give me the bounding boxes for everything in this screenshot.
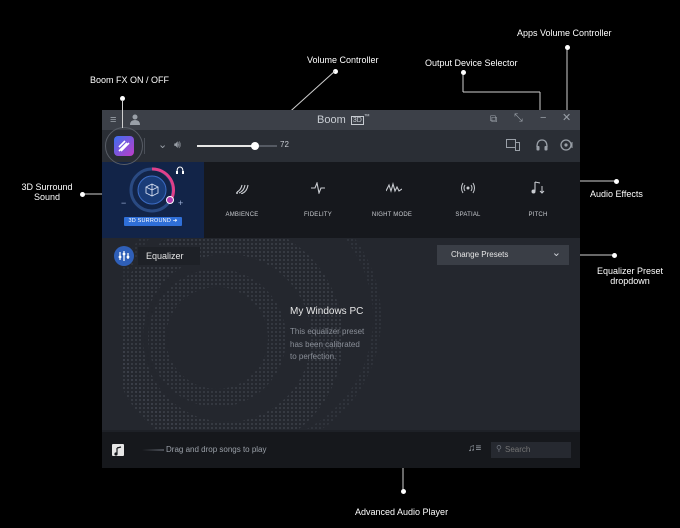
apps-volume-icon[interactable] bbox=[560, 139, 574, 154]
audio-player-bar: Drag and drop songs to play ♫≡ ⚲ bbox=[102, 432, 580, 468]
mini-player-icon[interactable]: ⧉ bbox=[490, 114, 497, 125]
callout-dot bbox=[612, 253, 617, 258]
callout-3d-surround-line1: 3D Surround bbox=[21, 182, 73, 192]
boom-app-window: ≡ Boom 3D ™ ⧉ ⤡ − ✕ ⌄ 🔊︎ 72 AMBIENCE FID… bbox=[102, 110, 580, 468]
app-title-text: Boom bbox=[317, 114, 346, 126]
callout-output-device: Output Device Selector bbox=[425, 58, 518, 68]
equalizer-label: Equalizer bbox=[146, 251, 184, 261]
preset-description-line: to perfection. bbox=[290, 352, 337, 361]
equalizer-label-box: Equalizer bbox=[138, 247, 200, 265]
headphones-icon bbox=[176, 166, 184, 174]
night-mode-icon bbox=[384, 181, 404, 197]
fidelity-icon bbox=[308, 181, 328, 197]
search-box[interactable]: ⚲ bbox=[491, 442, 571, 458]
volume-slider[interactable] bbox=[197, 142, 277, 150]
callout-eq-preset-line2: dropdown bbox=[610, 276, 650, 286]
callout-dot bbox=[614, 179, 619, 184]
output-device-icon[interactable] bbox=[506, 139, 520, 154]
callout-dot bbox=[461, 70, 466, 75]
callout-eq-preset: Equalizer Preset dropdown bbox=[590, 266, 670, 286]
callout-3d-surround-line2: Sound bbox=[33, 192, 61, 202]
trademark: ™ bbox=[363, 114, 370, 120]
callout-volume-controller: Volume Controller bbox=[307, 55, 379, 65]
surround-dial[interactable] bbox=[102, 162, 204, 238]
playlist-icon[interactable]: ♫≡ bbox=[468, 443, 481, 454]
callout-eq-preset-line1: Equalizer Preset bbox=[596, 266, 664, 276]
collapse-icon[interactable]: ⤡ bbox=[514, 113, 523, 124]
spatial-icon bbox=[458, 182, 478, 197]
effect-label: SPATIAL bbox=[455, 212, 481, 218]
toolbar: ⌄ 🔊︎ 72 bbox=[102, 130, 580, 162]
pitch-icon bbox=[528, 181, 548, 197]
callout-dot bbox=[401, 489, 406, 494]
search-input[interactable] bbox=[505, 444, 565, 455]
surround-minus[interactable]: − bbox=[121, 198, 126, 208]
equalizer-toggle[interactable] bbox=[114, 246, 134, 266]
hamburger-menu-icon[interactable]: ≡ bbox=[110, 115, 116, 126]
callout-dot bbox=[80, 192, 85, 197]
headphones-icon[interactable] bbox=[536, 139, 548, 154]
effect-label: AMBIENCE bbox=[225, 212, 259, 218]
callout-3d-surround: 3D Surround Sound bbox=[17, 182, 77, 202]
toolbar-divider bbox=[144, 138, 145, 154]
app-title-badge: 3D bbox=[350, 116, 364, 125]
album-art-icon[interactable] bbox=[112, 444, 124, 456]
callout-apps-volume: Apps Volume Controller bbox=[517, 28, 612, 38]
change-presets-dropdown[interactable]: Change Presets ⌄ bbox=[437, 245, 569, 265]
preset-description: This equalizer preset has been calibrate… bbox=[290, 326, 364, 364]
preset-title: My Windows PC bbox=[290, 306, 364, 317]
effect-label: FIDELITY bbox=[304, 212, 332, 218]
drop-songs-text[interactable]: Drag and drop songs to play bbox=[166, 445, 267, 454]
equalizer-wave-graphic bbox=[122, 238, 381, 430]
volume-slider-fill bbox=[197, 145, 255, 147]
cube-icon bbox=[145, 183, 159, 197]
speaker-icon[interactable]: 🔊︎ bbox=[174, 140, 181, 151]
chevron-down-icon[interactable]: ⌄ bbox=[158, 140, 167, 151]
boom-fx-highlight-ring bbox=[105, 127, 143, 165]
volume-slider-knob[interactable] bbox=[250, 142, 259, 150]
volume-value: 72 bbox=[280, 140, 289, 149]
change-presets-label: Change Presets bbox=[451, 250, 509, 259]
title-bar: ≡ Boom 3D ™ ⧉ ⤡ − ✕ bbox=[102, 110, 580, 130]
callout-dot bbox=[333, 69, 338, 74]
preset-description-line: This equalizer preset bbox=[290, 327, 365, 336]
callout-audio-player: Advanced Audio Player bbox=[355, 507, 449, 517]
effect-label: NIGHT MODE bbox=[371, 212, 413, 218]
app-title: Boom 3D ™ bbox=[317, 114, 370, 126]
drop-zone-fade bbox=[142, 449, 164, 451]
callout-boom-fx: Boom FX ON / OFF bbox=[90, 75, 170, 85]
surround-panel[interactable]: − + 3D SURROUND ➜ bbox=[102, 162, 204, 238]
surround-plus[interactable]: + bbox=[178, 198, 183, 208]
search-icon: ⚲ bbox=[496, 444, 502, 453]
preset-description-line: has been calibrated bbox=[290, 339, 360, 349]
user-icon[interactable] bbox=[130, 114, 140, 128]
ambience-icon bbox=[232, 182, 252, 197]
callout-dot bbox=[565, 45, 570, 50]
boom-fx-callout-line bbox=[122, 100, 123, 128]
minimize-icon[interactable]: − bbox=[540, 113, 546, 124]
close-icon[interactable]: ✕ bbox=[562, 113, 571, 124]
3d-surround-button[interactable]: 3D SURROUND ➜ bbox=[124, 217, 182, 226]
chevron-down-icon: ⌄ bbox=[551, 247, 561, 259]
equalizer-icon bbox=[118, 251, 130, 261]
equalizer-panel: Equalizer Change Presets ⌄ My Windows PC… bbox=[102, 238, 580, 430]
effect-label: PITCH bbox=[528, 212, 548, 218]
callout-audio-effects: Audio Effects bbox=[590, 189, 643, 199]
